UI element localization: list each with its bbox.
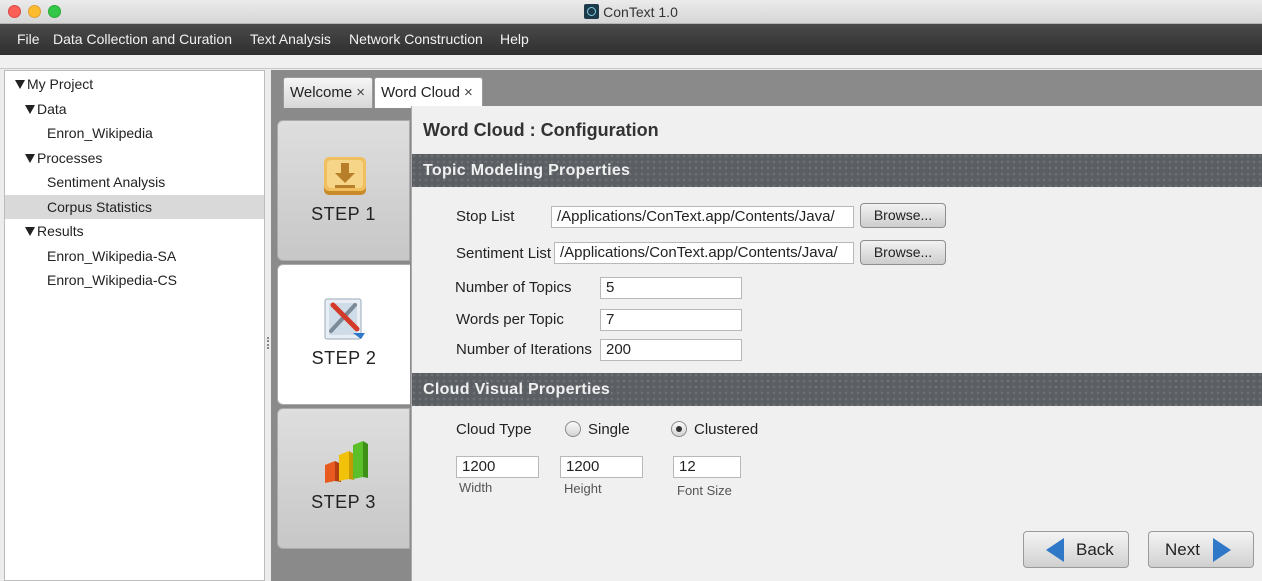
tree-folder-processes[interactable]: Processes <box>5 146 264 170</box>
step-1-label: STEP 1 <box>311 204 376 224</box>
num-iterations-input[interactable]: 200 <box>600 339 742 361</box>
stop-list-browse-button[interactable]: Browse... <box>860 203 946 228</box>
step-2-label: STEP 2 <box>311 348 377 368</box>
stop-list-label: Stop List <box>456 208 515 225</box>
tree-folder-data[interactable]: Data <box>5 97 264 121</box>
close-tab-icon[interactable]: × <box>464 84 473 101</box>
splitter-grip-icon[interactable] <box>267 337 269 349</box>
toolbar-strip <box>0 55 1262 69</box>
num-topics-input[interactable]: 5 <box>600 277 742 299</box>
back-button-label: Back <box>1076 540 1114 559</box>
words-per-topic-label: Words per Topic <box>456 311 564 328</box>
app-icon <box>584 4 600 19</box>
sentiment-list-label: Sentiment List <box>456 245 552 262</box>
radio-clustered-label[interactable]: Clustered <box>694 421 758 438</box>
expand-triangle-icon[interactable] <box>15 80 25 89</box>
expand-triangle-icon[interactable] <box>25 227 35 236</box>
radio-single[interactable] <box>565 421 581 437</box>
tree-item-enron-sa[interactable]: Enron_Wikipedia-SA <box>5 244 264 268</box>
back-button[interactable]: Back <box>1023 531 1129 568</box>
tree-item-enron-wikipedia[interactable]: Enron_Wikipedia <box>5 121 264 145</box>
expand-triangle-icon[interactable] <box>25 154 35 163</box>
tree-item-corpus-statistics[interactable]: Corpus Statistics <box>5 195 264 219</box>
arrow-left-icon <box>1046 538 1064 562</box>
tree-folder-processes-label: Processes <box>37 150 103 166</box>
step-1-tab[interactable]: STEP 1 <box>277 120 410 261</box>
step-navigator: STEP 1 STEP 2 STEP 3 <box>277 120 410 581</box>
font-size-input[interactable]: 12 <box>673 456 741 478</box>
menu-help[interactable]: Help <box>500 28 529 50</box>
tab-word-cloud[interactable]: Word Cloud × <box>374 77 483 108</box>
tree-root[interactable]: My Project <box>5 72 264 96</box>
tab-welcome[interactable]: Welcome × <box>283 77 373 108</box>
radio-clustered[interactable] <box>671 421 687 437</box>
menu-file[interactable]: File <box>17 28 40 50</box>
tree-root-label: My Project <box>27 76 94 92</box>
menu-data-collection[interactable]: Data Collection and Curation <box>53 28 232 50</box>
arrow-right-icon <box>1213 538 1231 562</box>
tree-item-enron-cs[interactable]: Enron_Wikipedia-CS <box>5 268 264 292</box>
tree-item-sentiment-analysis[interactable]: Sentiment Analysis <box>5 170 264 194</box>
font-size-label: Font Size <box>677 483 732 498</box>
tree-folder-results[interactable]: Results <box>5 219 264 243</box>
tools-settings-icon <box>324 298 365 340</box>
width-label: Width <box>459 480 493 495</box>
tab-welcome-label: Welcome <box>290 84 353 101</box>
num-iterations-label: Number of Iterations <box>456 341 592 358</box>
num-topics-label: Number of Topics <box>455 279 572 296</box>
menu-text-analysis[interactable]: Text Analysis <box>250 28 331 50</box>
words-per-topic-input[interactable]: 7 <box>600 309 742 331</box>
width-input[interactable]: 1200 <box>456 456 539 478</box>
cloud-type-label: Cloud Type <box>456 421 532 438</box>
step-3-tab[interactable]: STEP 3 <box>277 408 410 549</box>
step-3-label: STEP 3 <box>311 492 376 512</box>
configuration-panel: Word Cloud : Configuration Topic Modelin… <box>411 106 1262 581</box>
close-tab-icon[interactable]: × <box>356 84 365 101</box>
section-cloud-visual: Cloud Visual Properties <box>412 373 1262 406</box>
radio-single-label[interactable]: Single <box>588 421 630 438</box>
section-topic-modeling: Topic Modeling Properties <box>412 154 1262 187</box>
bar-chart-icon <box>325 441 368 483</box>
step-2-tab[interactable]: STEP 2 <box>277 264 410 405</box>
stop-list-field[interactable]: /Applications/ConText.app/Contents/Java/ <box>551 206 854 228</box>
menu-network-construction[interactable]: Network Construction <box>349 28 483 50</box>
expand-triangle-icon[interactable] <box>25 105 35 114</box>
sentiment-list-browse-button[interactable]: Browse... <box>860 240 946 265</box>
tree-folder-results-label: Results <box>37 223 84 239</box>
window-title-text: ConText 1.0 <box>603 4 678 20</box>
height-input[interactable]: 1200 <box>560 456 643 478</box>
tab-word-cloud-label: Word Cloud <box>381 84 460 101</box>
import-folder-icon <box>324 157 366 195</box>
workspace: Welcome × Word Cloud × STEP 1 STEP 2 STE… <box>271 70 1262 581</box>
sentiment-list-field[interactable]: /Applications/ConText.app/Contents/Java/ <box>554 242 854 264</box>
tree-folder-data-label: Data <box>37 101 67 117</box>
next-button[interactable]: Next <box>1148 531 1254 568</box>
page-title: Word Cloud : Configuration <box>423 120 659 140</box>
window-title: ConText 1.0 <box>0 4 1262 20</box>
menu-bar: File Data Collection and Curation Text A… <box>0 24 1262 55</box>
project-tree: My Project Data Enron_Wikipedia Processe… <box>4 70 265 581</box>
title-bar: ConText 1.0 <box>0 0 1262 24</box>
height-label: Height <box>564 481 602 496</box>
next-button-label: Next <box>1165 540 1200 559</box>
